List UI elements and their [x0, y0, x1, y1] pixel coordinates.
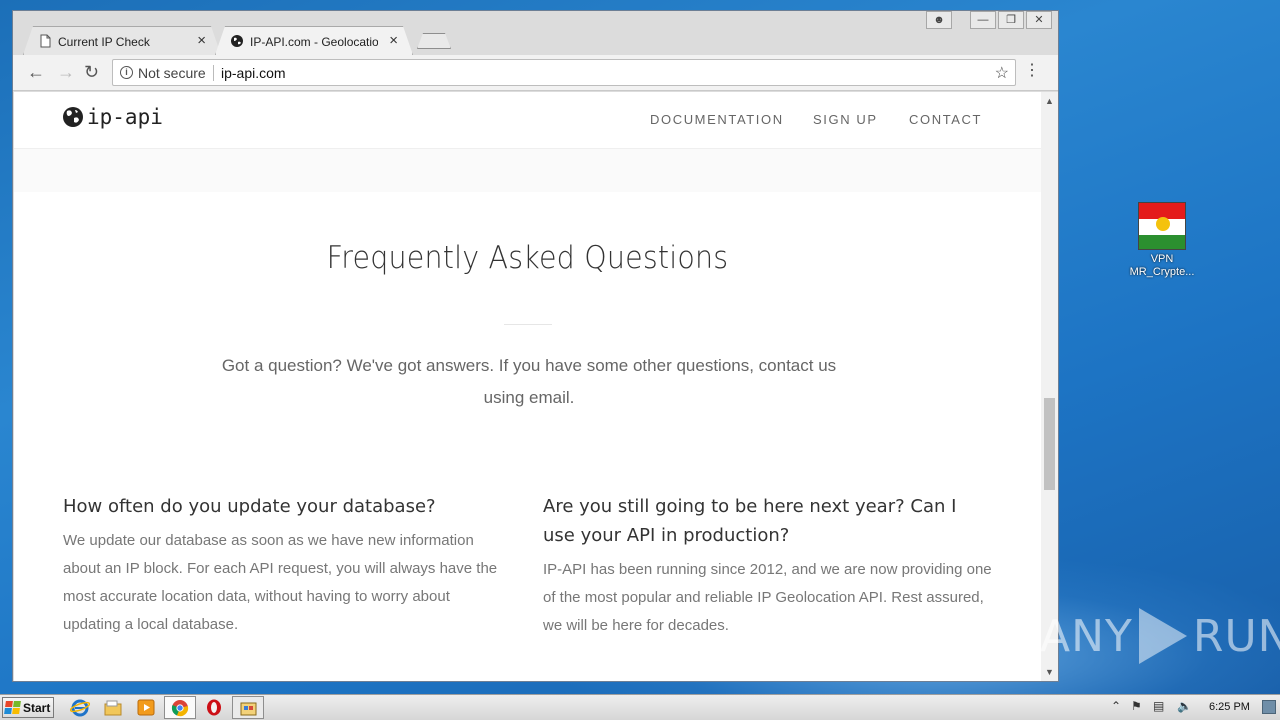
tab-ip-api[interactable]: IP-API.com - Geolocation API ×	[215, 26, 413, 55]
faq-title: Frequently Asked Questions	[326, 240, 729, 276]
kurdistan-flag-icon	[1138, 202, 1186, 250]
scroll-up-arrow-icon[interactable]: ▲	[1045, 96, 1054, 106]
browser-toolbar: ← → ↻ i Not secure ☆ ⋮	[13, 55, 1058, 91]
play-icon	[1138, 608, 1187, 664]
chrome-icon	[171, 700, 189, 717]
forward-arrow-icon[interactable]: →	[57, 62, 75, 82]
tab-current-ip-check[interactable]: Current IP Check ×	[23, 26, 221, 55]
anyrun-watermark: ANY RUN	[1040, 608, 1280, 664]
taskbar: Start ⌃ ⚑ ▤ 🔈 6:25 PM	[0, 694, 1280, 720]
faq-intro: Got a question? We've got answers. If yo…	[221, 356, 837, 407]
header-band	[14, 149, 1041, 192]
faq-question: How often do you update your database?	[63, 496, 436, 517]
maximize-button[interactable]: ❐	[998, 11, 1024, 29]
nav-documentation[interactable]: DOCUMENTATION	[650, 112, 784, 127]
window-app-icon	[240, 702, 257, 716]
page-scrollbar[interactable]: ▲ ▼	[1041, 92, 1058, 681]
info-icon[interactable]: i	[120, 66, 133, 79]
window-controls: ☻ — ❐ ✕	[924, 11, 1052, 29]
chrome-taskbar-button[interactable]	[164, 696, 196, 719]
media-player-icon[interactable]	[136, 698, 156, 717]
desktop-icon-label: VPN MR_Crypte...	[1129, 253, 1195, 278]
volume-icon[interactable]: 🔈	[1177, 699, 1192, 713]
close-icon[interactable]: ×	[389, 32, 398, 49]
close-icon[interactable]: ×	[197, 32, 206, 49]
tab-title: IP-API.com - Geolocation API	[250, 35, 378, 49]
address-bar[interactable]: i Not secure ☆	[112, 59, 1016, 86]
nav-sign-up[interactable]: SIGN UP	[813, 112, 878, 127]
security-label[interactable]: Not secure	[138, 65, 206, 81]
watermark-left: ANY	[1040, 610, 1133, 662]
opera-icon[interactable]	[204, 698, 224, 717]
url-input[interactable]	[221, 63, 861, 83]
app-taskbar-button[interactable]	[232, 696, 264, 719]
menu-dots-icon[interactable]: ⋮	[1024, 63, 1040, 79]
start-label: Start	[23, 700, 51, 715]
bookmark-star-icon[interactable]: ☆	[995, 63, 1009, 83]
site-logo[interactable]: ip-api	[62, 105, 163, 129]
start-button[interactable]: Start	[2, 697, 54, 718]
tab-strip: Current IP Check × IP-API.com - Geolocat…	[13, 11, 1058, 55]
page-viewport: ip-api DOCUMENTATION SIGN UP CONTACT Fre…	[14, 92, 1041, 681]
file-explorer-icon[interactable]	[103, 698, 123, 717]
network-icon[interactable]: ▤	[1153, 699, 1164, 713]
minimize-button[interactable]: —	[970, 11, 996, 29]
close-window-button[interactable]: ✕	[1026, 11, 1052, 29]
faq-question: Are you still going to be here next year…	[543, 496, 957, 546]
internet-explorer-icon[interactable]	[70, 698, 90, 717]
title-divider	[504, 324, 552, 325]
site-header: ip-api DOCUMENTATION SIGN UP CONTACT	[14, 92, 1041, 149]
globe-icon	[230, 34, 244, 48]
reload-icon[interactable]: ↻	[84, 62, 99, 82]
new-tab-button[interactable]	[417, 33, 451, 49]
tab-title: Current IP Check	[58, 35, 150, 49]
globe-logo-icon	[63, 107, 83, 127]
watermark-right: RUN	[1192, 610, 1280, 662]
omnibox-separator	[213, 65, 214, 81]
show-desktop-button[interactable]	[1262, 700, 1276, 714]
faq-answer: IP-API has been running since 2012, and …	[543, 561, 992, 634]
desktop-icon-vpn[interactable]: VPN MR_Crypte...	[1120, 202, 1204, 279]
browser-window: Current IP Check × IP-API.com - Geolocat…	[12, 10, 1059, 682]
taskbar-clock[interactable]: 6:25 PM	[1209, 701, 1250, 713]
show-hidden-icons-arrow-icon[interactable]: ⌃	[1111, 699, 1121, 713]
nav-contact[interactable]: CONTACT	[909, 112, 982, 127]
faq-item: How often do you update your database? W…	[63, 492, 503, 639]
page-icon	[38, 34, 52, 48]
scroll-thumb[interactable]	[1044, 398, 1055, 490]
action-center-flag-icon[interactable]: ⚑	[1131, 699, 1142, 713]
back-arrow-icon[interactable]: ←	[27, 62, 45, 82]
logo-text: ip-api	[87, 105, 163, 129]
windows-logo-icon	[4, 701, 21, 714]
user-icon[interactable]: ☻	[926, 11, 952, 29]
scroll-down-arrow-icon[interactable]: ▼	[1045, 667, 1054, 677]
faq-answer: We update our database as soon as we hav…	[63, 532, 498, 633]
faq-item: Are you still going to be here next year…	[543, 492, 993, 640]
